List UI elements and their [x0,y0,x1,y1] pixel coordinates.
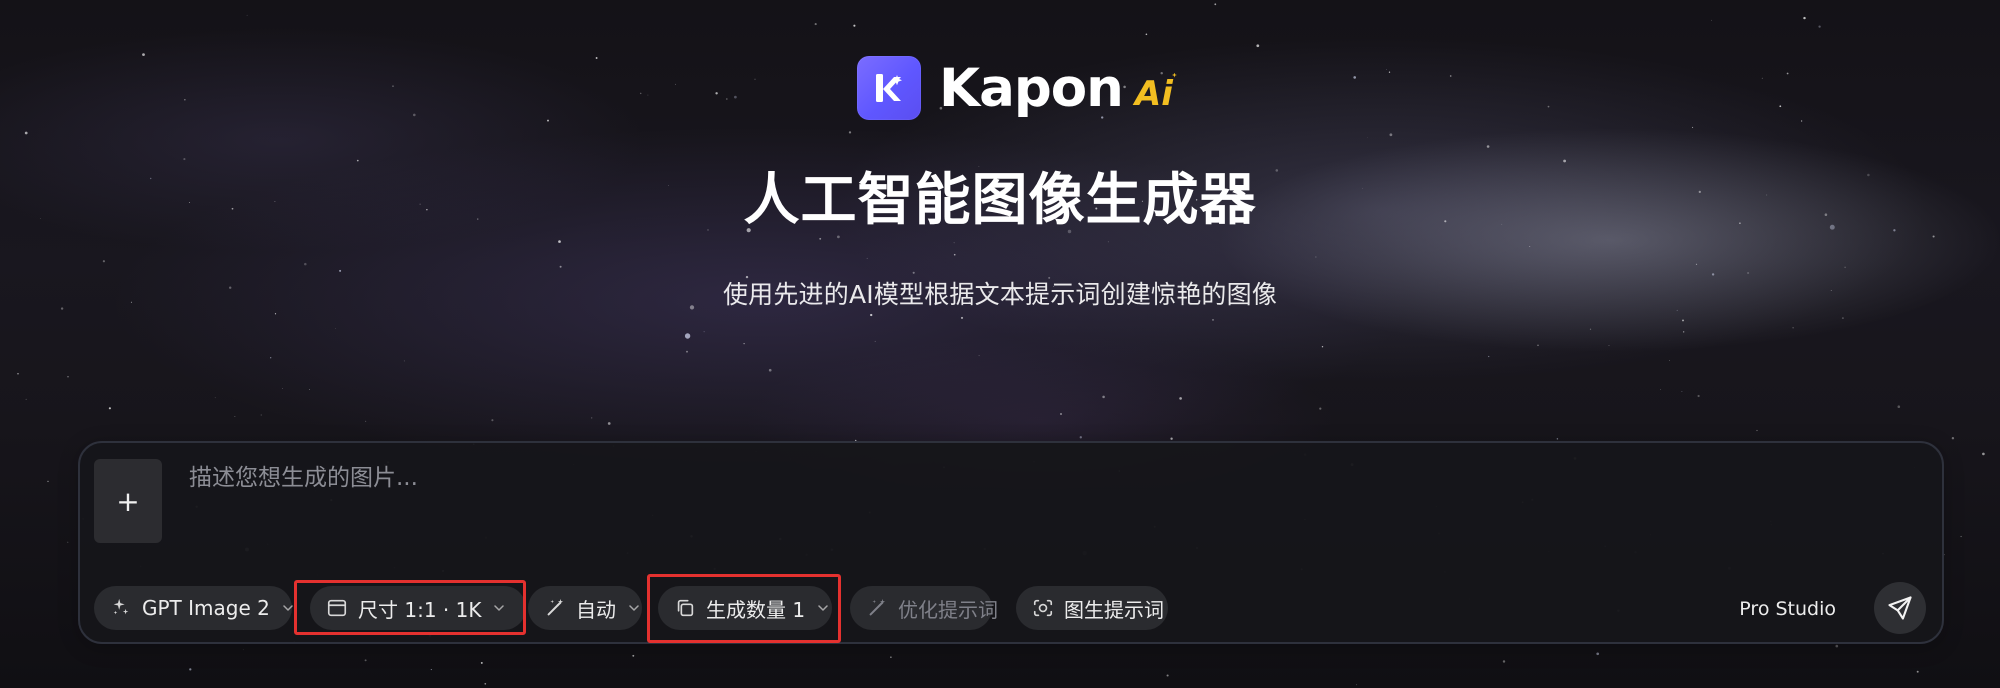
size-selector-label: 尺寸 1:1 · 1K [358,597,482,622]
image-to-prompt-button[interactable]: 图生提示词 [1016,586,1168,630]
chevron-down-icon [283,605,293,611]
chevron-down-icon [494,605,505,611]
brand-name: Kapon [939,57,1124,119]
prompt-composer: + GPT Image 2 尺寸 1:1 · 1K 自动 [78,441,1944,644]
wand-sparkles-icon [869,598,886,616]
brand-ai-mark: Ai [1134,73,1173,114]
sparkles-icon [113,598,129,615]
copy-stack-icon [677,599,694,617]
page-subtitle: 使用先进的AI模型根据文本提示词创建惊艳的图像 [722,280,1278,309]
chevron-down-icon [818,605,828,611]
page-title: 人工智能图像生成器 [743,168,1257,233]
prompt-input[interactable] [189,463,1869,527]
optimize-prompt-button[interactable]: 优化提示词 [850,586,998,630]
count-selector[interactable]: 生成数量 1 [658,586,832,630]
magic-wand-icon [547,598,564,616]
frame-icon [327,599,347,617]
image-to-prompt-label: 图生提示词 [1064,597,1164,622]
style-selector-label: 自动 [576,597,616,622]
optimize-prompt-label: 优化提示词 [898,597,998,622]
count-selector-label: 生成数量 1 [706,597,806,622]
send-button[interactable] [1874,582,1926,634]
brand-text: Kapon Ai [939,62,1173,115]
camera-scan-icon [1033,599,1053,617]
brand-logo: Kapon Ai [857,56,1173,120]
paper-plane-icon [1888,596,1912,620]
style-selector[interactable]: 自动 [528,586,642,630]
model-selector-label: GPT Image 2 [142,596,270,620]
pro-studio-link[interactable]: Pro Studio [1739,598,1836,620]
add-image-button[interactable]: + [94,459,162,543]
size-selector[interactable]: 尺寸 1:1 · 1K [310,586,526,630]
kapon-logo-icon [857,56,921,120]
chevron-down-icon [629,605,639,611]
model-selector[interactable]: GPT Image 2 [94,586,293,630]
